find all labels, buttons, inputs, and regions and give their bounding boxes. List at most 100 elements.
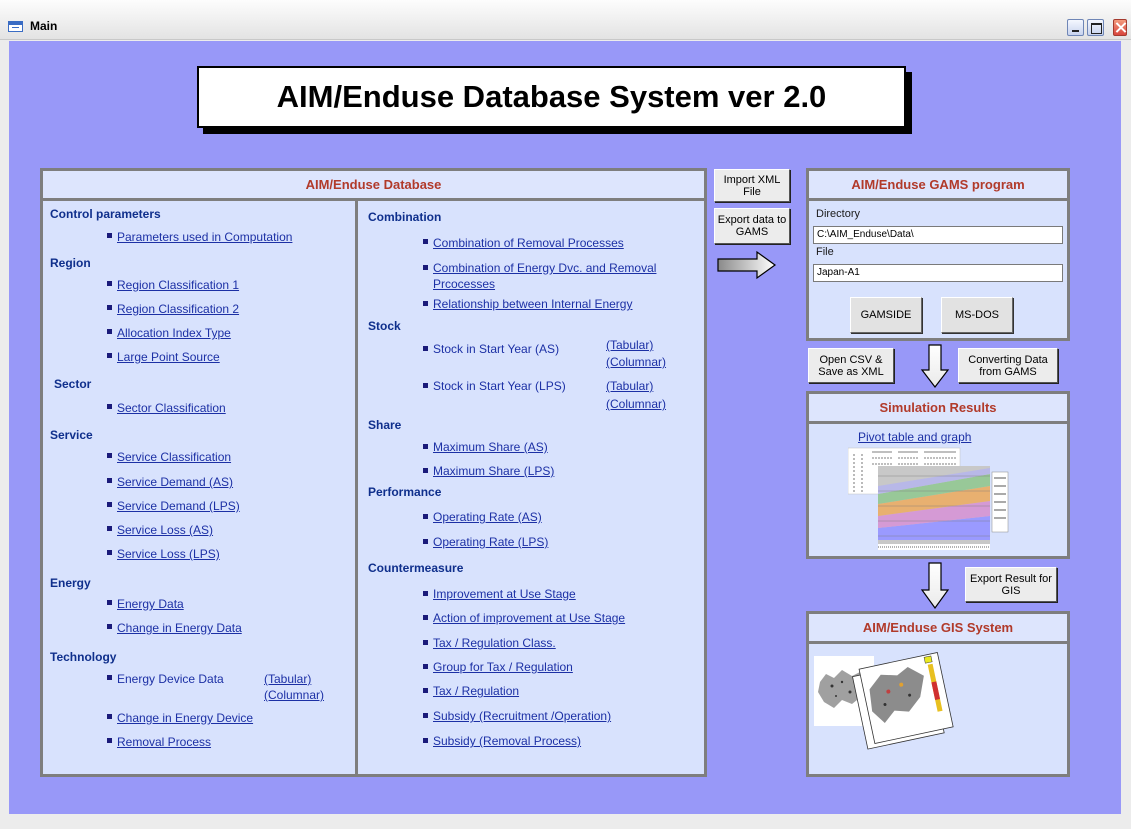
link-parameters-computation[interactable]: Parameters used in Computation [117,230,292,244]
directory-field[interactable]: C:\AIM_Enduse\Data\ [813,226,1063,244]
section-stock: Stock [368,319,401,333]
stock-lps-label: Stock in Start Year (LPS) [433,379,566,393]
link-subsidy-removal[interactable]: Subsidy (Removal Process) [433,734,581,748]
link-service-demand-lps[interactable]: Service Demand (LPS) [117,499,240,513]
bullet [107,624,112,629]
app-window-icon [8,21,23,32]
link-combination-energy-removal-cont[interactable]: Prcocesses [433,277,495,291]
msdos-button[interactable]: MS-DOS [941,297,1013,333]
link-service-loss-lps[interactable]: Service Loss (LPS) [117,547,220,561]
bullet [423,301,428,306]
section-technology: Technology [50,650,117,664]
bullet [107,233,112,238]
bullet [423,468,428,473]
energy-device-data-label: Energy Device Data [117,672,224,686]
bullet [107,478,112,483]
link-action-improvement[interactable]: Action of improvement at Use Stage [433,611,625,625]
bullet [107,329,112,334]
link-maximum-share-lps[interactable]: Maximum Share (LPS) [433,464,554,478]
link-pivot-table-graph[interactable]: Pivot table and graph [858,430,971,444]
bullet [423,383,428,388]
file-label: File [816,246,834,258]
link-improvement-use-stage[interactable]: Improvement at Use Stage [433,587,576,601]
section-service: Service [50,428,93,442]
bullet [107,281,112,286]
bullet [107,714,112,719]
section-share: Share [368,418,402,432]
link-energy-device-columnar[interactable]: (Columnar) [264,688,324,702]
section-combination: Combination [368,210,442,224]
section-region: Region [50,256,91,270]
app-title: AIM/Enduse Database System ver 2.0 [197,66,906,128]
bullet [423,664,428,669]
link-stock-lps-tabular[interactable]: (Tabular) [606,379,653,393]
bullet [107,675,112,680]
link-allocation-index-type[interactable]: Allocation Index Type [117,326,231,340]
bullet [107,502,112,507]
directory-label: Directory [816,208,861,220]
gamside-button[interactable]: GAMSIDE [850,297,922,333]
link-change-energy-data[interactable]: Change in Energy Data [117,621,242,635]
bullet [107,404,112,409]
link-operating-rate-lps[interactable]: Operating Rate (LPS) [433,535,548,549]
bullet [423,239,428,244]
link-service-loss-as[interactable]: Service Loss (AS) [117,523,213,537]
bullet [423,640,428,645]
bullet [423,346,428,351]
export-gams-button[interactable]: Export data to GAMS [714,208,790,244]
link-region-classification-2[interactable]: Region Classification 2 [117,302,239,316]
link-maximum-share-as[interactable]: Maximum Share (AS) [433,440,548,454]
bullet [107,738,112,743]
link-energy-data[interactable]: Energy Data [117,597,184,611]
link-operating-rate-as[interactable]: Operating Rate (AS) [433,510,542,524]
export-gis-button[interactable]: Export Result for GIS [965,567,1057,602]
link-tax-regulation-class[interactable]: Tax / Regulation Class. [433,636,556,650]
link-tax-regulation[interactable]: Tax / Regulation [433,684,519,698]
gis-map-thumbnail [814,652,954,750]
converting-data-button[interactable]: Converting Data from GAMS [958,348,1058,383]
link-combination-removal[interactable]: Combination of Removal Processes [433,236,624,250]
link-stock-lps-columnar[interactable]: (Columnar) [606,397,666,411]
gis-header: AIM/Enduse GIS System [806,611,1070,644]
link-removal-process[interactable]: Removal Process [117,735,211,749]
link-combination-energy-removal[interactable]: Combination of Energy Dvc. and Removal [433,261,656,275]
link-subsidy-recruitment[interactable]: Subsidy (Recruitment /Operation) [433,709,611,723]
file-field[interactable]: Japan-A1 [813,264,1063,282]
bullet [423,265,428,270]
section-performance: Performance [368,485,442,499]
maximize-icon[interactable] [1087,19,1104,36]
arrow-down-icon [920,344,950,388]
link-service-demand-as[interactable]: Service Demand (AS) [117,475,233,489]
window-titlebar: Main [0,0,1131,40]
arrow-right-icon [717,250,777,280]
link-group-tax-regulation[interactable]: Group for Tax / Regulation [433,660,573,674]
minimize-icon[interactable] [1067,19,1084,36]
bullet [423,688,428,693]
link-energy-device-tabular[interactable]: (Tabular) [264,672,311,686]
bullet [107,550,112,555]
link-service-classification[interactable]: Service Classification [117,450,231,464]
stock-as-label: Stock in Start Year (AS) [433,342,560,356]
section-sector: Sector [54,377,92,391]
pivot-chart-thumbnail [848,447,1009,550]
bullet [423,615,428,620]
link-sector-classification[interactable]: Sector Classification [117,401,226,415]
import-xml-button[interactable]: Import XML File [714,169,790,202]
link-stock-as-columnar[interactable]: (Columnar) [606,355,666,369]
link-region-classification-1[interactable]: Region Classification 1 [117,278,239,292]
database-header: AIM/Enduse Database [40,168,707,201]
bullet [423,444,428,449]
link-change-energy-device[interactable]: Change in Energy Device [117,711,253,725]
open-csv-button[interactable]: Open CSV & Save as XML [808,348,894,383]
window-title: Main [30,19,58,33]
simulation-header: Simulation Results [806,391,1070,424]
section-control-parameters: Control parameters [50,207,161,221]
link-large-point-source[interactable]: Large Point Source [117,350,220,364]
bullet [107,353,112,358]
section-energy: Energy [50,576,91,590]
bullet [423,514,428,519]
arrow-down-icon [920,562,950,610]
close-icon[interactable] [1113,19,1127,36]
link-relationship-internal-energy[interactable]: Relationship between Internal Energy [433,297,632,311]
link-stock-as-tabular[interactable]: (Tabular) [606,338,653,352]
